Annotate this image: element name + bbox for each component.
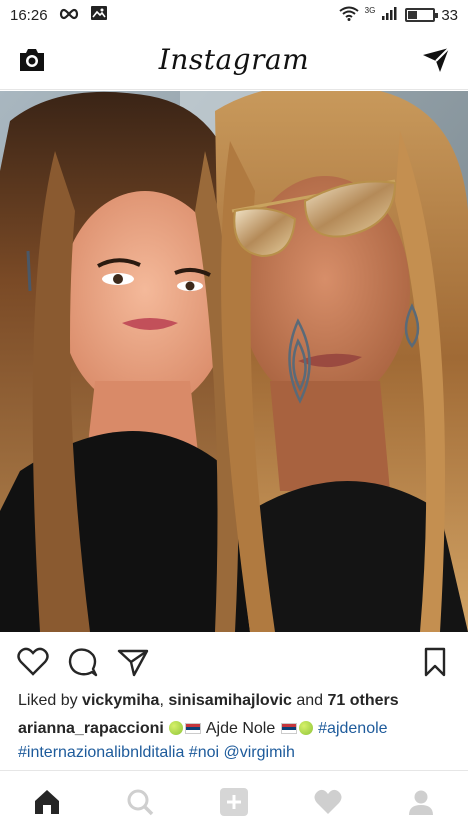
infinity-icon <box>58 7 80 24</box>
search-icon[interactable] <box>120 782 160 822</box>
battery-percent: 33 <box>441 6 458 24</box>
post-actions <box>0 640 468 684</box>
heart-icon[interactable] <box>16 645 50 679</box>
signal-icon <box>381 6 399 24</box>
liker-username-2[interactable]: sinisamihajlovic <box>168 692 292 709</box>
profile-icon[interactable] <box>401 782 441 822</box>
status-bar: 16:26 3G 33 <box>0 0 468 30</box>
liker-username-1[interactable]: vickymiha <box>82 692 159 709</box>
direct-message-icon[interactable] <box>420 45 452 75</box>
post-caption: arianna_rapaccioni Ajde Nole #ajdenole #… <box>18 717 458 765</box>
instagram-logo: Instagram <box>158 43 310 76</box>
post-photo[interactable] <box>0 91 468 632</box>
wifi-icon <box>339 6 359 25</box>
comment-icon[interactable] <box>66 645 100 679</box>
hashtag-ajdenole[interactable]: #ajdenole <box>318 720 387 737</box>
caption-text: Ajde Nole <box>202 720 280 737</box>
likes-middle: and <box>291 692 328 709</box>
serbia-flag-emoji <box>280 723 297 734</box>
serbia-flag-emoji <box>185 723 202 734</box>
network-type: 3G <box>364 5 376 15</box>
status-right: 3G 33 <box>339 6 458 25</box>
add-post-icon[interactable] <box>214 782 254 822</box>
hashtag-internazionalibnlditalia[interactable]: #internazionalibnlditalia <box>18 744 184 761</box>
image-notification-icon <box>90 5 108 25</box>
bottom-nav <box>0 770 468 832</box>
likes-others-link[interactable]: 71 others <box>328 692 399 709</box>
likes-line: Liked by vickymiha, sinisamihajlovic and… <box>18 692 399 710</box>
mention-virgimih[interactable]: @virgimih <box>224 744 295 761</box>
likes-separator: , <box>159 692 169 709</box>
hashtag-noi[interactable]: #noi <box>189 744 219 761</box>
battery-icon <box>405 8 439 22</box>
app-header: Instagram <box>0 30 468 90</box>
share-icon[interactable] <box>116 645 150 679</box>
tennis-ball-emoji <box>298 721 313 735</box>
status-left: 16:26 <box>10 5 108 25</box>
battery-fill <box>408 11 417 19</box>
activity-heart-icon[interactable] <box>308 782 348 822</box>
camera-icon[interactable] <box>16 45 48 75</box>
bookmark-icon[interactable] <box>418 645 452 679</box>
caption-username[interactable]: arianna_rapaccioni <box>18 720 164 737</box>
tennis-ball-emoji <box>169 721 184 735</box>
status-time: 16:26 <box>10 6 48 24</box>
home-icon[interactable] <box>27 782 67 822</box>
likes-prefix: Liked by <box>18 692 83 709</box>
